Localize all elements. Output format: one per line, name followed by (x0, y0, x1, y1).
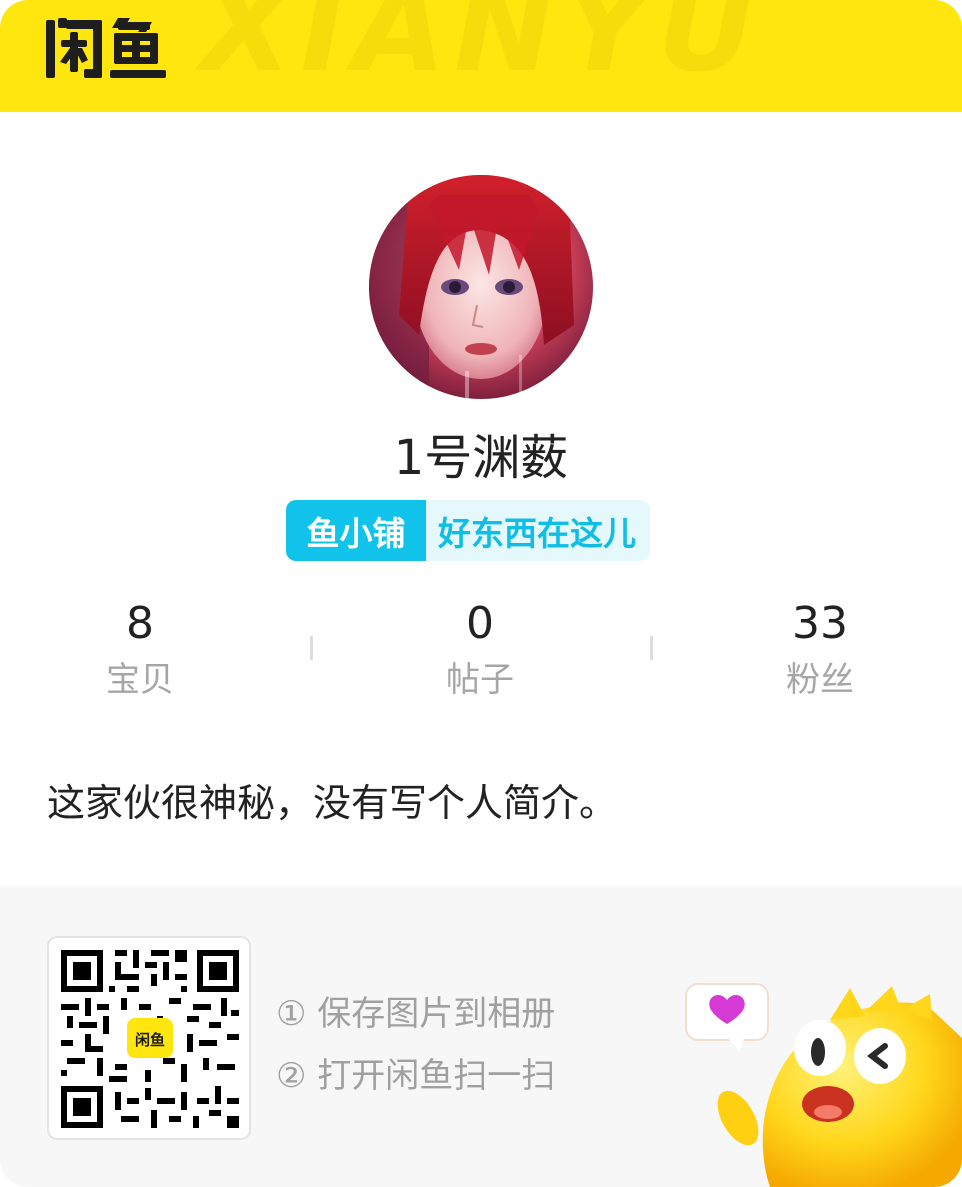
badge-slogan: 好东西在这儿 (426, 500, 650, 561)
stat-followers-label: 粉丝 (786, 660, 854, 700)
stat-divider (650, 636, 653, 660)
instruction-step-1: ① 保存图片到相册 (276, 994, 556, 1034)
header-watermark: XIANYU (200, 0, 763, 99)
heart-icon (685, 983, 769, 1052)
fish-mascot-icon (685, 983, 962, 1187)
shop-badge[interactable]: 鱼小铺 好东西在这儿 (286, 500, 650, 561)
qr-code-icon: 闲鱼 (61, 950, 239, 1128)
stat-followers[interactable]: 33 粉丝 (720, 596, 920, 702)
stat-divider (310, 636, 313, 660)
stat-items-value: 8 (126, 598, 154, 649)
stat-followers-value: 33 (792, 598, 848, 649)
avatar[interactable] (369, 175, 593, 399)
stat-items-label: 宝贝 (106, 660, 174, 700)
instruction-step-2: ② 打开闲鱼扫一扫 (276, 1056, 556, 1096)
qr-code-card[interactable]: 闲鱼 (47, 936, 251, 1140)
stat-posts[interactable]: 0 帖子 (380, 596, 580, 702)
qr-logo-text: 闲鱼 (135, 1031, 165, 1049)
stat-items[interactable]: 8 宝贝 (40, 596, 240, 702)
xianyu-logo (46, 18, 166, 78)
bio-text: 这家伙很神秘，没有写个人简介。 (47, 781, 618, 825)
stat-posts-value: 0 (466, 598, 494, 649)
username: 1号渊薮 (393, 430, 569, 486)
badge-tag: 鱼小铺 (286, 500, 426, 561)
stat-posts-label: 帖子 (446, 660, 514, 700)
header-bar: XIANYU (0, 0, 962, 112)
share-card: XIANYU 1号渊薮 鱼小铺 好东西在这儿 8 宝贝 0 帖子 33 粉丝 这… (0, 0, 962, 1187)
